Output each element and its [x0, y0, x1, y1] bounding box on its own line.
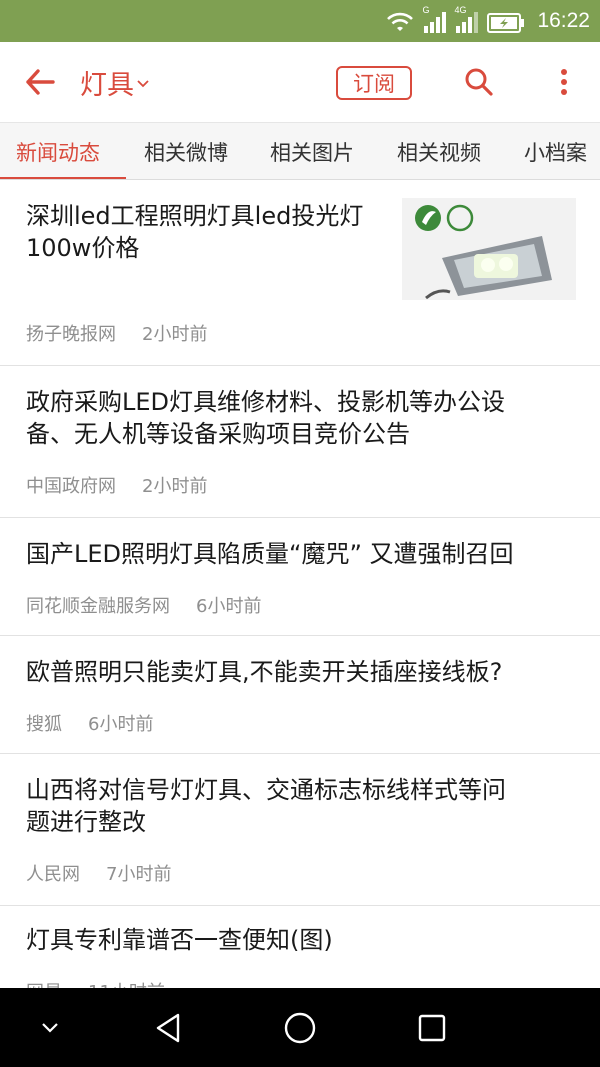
nav-recents-button[interactable]	[404, 1002, 460, 1054]
battery-charging-icon	[487, 9, 525, 33]
topic-title-dropdown[interactable]: 灯具	[80, 62, 150, 102]
hide-nav-button[interactable]	[22, 1002, 78, 1054]
status-bar: G 4G 16:22	[0, 0, 600, 42]
signal-icon: 4G	[454, 5, 479, 33]
news-item[interactable]: 欧普照明只能卖灯具,不能卖开关插座接线板? 搜狐 6小时前	[0, 636, 600, 754]
news-time: 7小时前	[106, 864, 172, 885]
wifi-icon	[385, 9, 415, 33]
news-item[interactable]: 深圳led工程照明灯具led投光灯 100w价格 扬子晚报网 2小时前	[0, 180, 600, 366]
news-source: 搜狐	[26, 714, 62, 735]
news-source: 人民网	[26, 864, 80, 885]
news-source: 中国政府网	[26, 476, 116, 497]
news-time: 11小时前	[88, 978, 165, 988]
news-item[interactable]: 灯具专利靠谱否一查便知(图) 网易 11小时前	[0, 906, 600, 988]
news-source: 同花顺金融服务网	[26, 596, 170, 617]
nav-home-button[interactable]	[272, 1002, 328, 1054]
chevron-down-icon	[137, 80, 149, 88]
back-arrow-icon	[26, 69, 55, 95]
clock: 16:22	[537, 9, 590, 32]
search-icon	[465, 68, 493, 96]
news-time: 2小时前	[142, 324, 208, 345]
news-meta: 人民网 7小时前	[26, 860, 171, 886]
category-tabs: 新闻动态 相关微博 相关图片 相关视频 小档案	[0, 122, 600, 180]
news-source: 扬子晚报网	[26, 324, 116, 345]
more-vertical-icon	[561, 69, 567, 95]
network-type-label: 4G	[454, 5, 467, 15]
news-item[interactable]: 国产LED照明灯具陷质量“魔咒” 又遭强制召回 同花顺金融服务网 6小时前	[0, 518, 600, 636]
status-icons: G 4G 16:22	[385, 0, 590, 42]
chevron-down-icon	[42, 1023, 58, 1033]
news-meta: 搜狐 6小时前	[26, 710, 153, 736]
news-meta: 中国政府网 2小时前	[26, 472, 207, 498]
news-item[interactable]: 政府采购LED灯具维修材料、投影机等办公设 备、无人机等设备采购项目竞价公告 中…	[0, 366, 600, 518]
news-title: 灯具专利靠谱否一查便知(图)	[26, 926, 333, 954]
news-title: 欧普照明只能卖灯具,不能卖开关插座接线板?	[26, 658, 503, 686]
tab-label: 小档案	[524, 141, 587, 165]
news-title: 政府采购LED灯具维修材料、投影机等办公设 备、无人机等设备采购项目竞价公告	[26, 388, 506, 448]
home-circle-icon	[284, 1012, 316, 1044]
news-title: 山西将对信号灯灯具、交通标志标线样式等问 题进行整改	[26, 776, 506, 836]
tab-label: 新闻动态	[16, 141, 100, 165]
tab-label: 相关图片	[270, 141, 354, 165]
news-item[interactable]: 山西将对信号灯灯具、交通标志标线样式等问 题进行整改 人民网 7小时前	[0, 754, 600, 906]
back-button[interactable]	[18, 60, 62, 104]
recents-square-icon	[418, 1014, 446, 1042]
search-button[interactable]	[456, 60, 502, 104]
news-time: 6小时前	[196, 596, 262, 617]
tab-news[interactable]: 新闻动态	[16, 123, 100, 179]
tab-weibo[interactable]: 相关微博	[144, 123, 228, 179]
news-meta: 网易 11小时前	[26, 978, 165, 988]
app-header: 灯具 订阅	[0, 42, 600, 122]
subscribe-button[interactable]: 订阅	[336, 66, 412, 100]
news-list: 深圳led工程照明灯具led投光灯 100w价格 扬子晚报网 2小时前 政府采购…	[0, 180, 600, 988]
news-title: 国产LED照明灯具陷质量“魔咒” 又遭强制召回	[26, 540, 514, 568]
nav-back-button[interactable]	[140, 1002, 196, 1054]
tab-images[interactable]: 相关图片	[270, 123, 354, 179]
news-meta: 同花顺金融服务网 6小时前	[26, 592, 261, 618]
tab-label: 相关微博	[144, 141, 228, 165]
signal-icon: G	[422, 5, 447, 33]
back-triangle-icon	[156, 1013, 180, 1043]
news-meta: 扬子晚报网 2小时前	[26, 320, 207, 346]
news-source: 网易	[26, 978, 62, 988]
more-options-button[interactable]	[544, 60, 584, 104]
tab-videos[interactable]: 相关视频	[397, 123, 481, 179]
system-navigation-bar	[0, 988, 600, 1067]
news-title: 深圳led工程照明灯具led投光灯 100w价格	[26, 202, 364, 262]
page-title: 灯具	[80, 69, 134, 101]
news-thumbnail	[402, 198, 576, 300]
news-time: 6小时前	[88, 714, 154, 735]
tab-profile[interactable]: 小档案	[524, 123, 587, 179]
news-time: 2小时前	[142, 476, 208, 497]
tab-label: 相关视频	[397, 141, 481, 165]
network-type-label: G	[422, 5, 430, 15]
